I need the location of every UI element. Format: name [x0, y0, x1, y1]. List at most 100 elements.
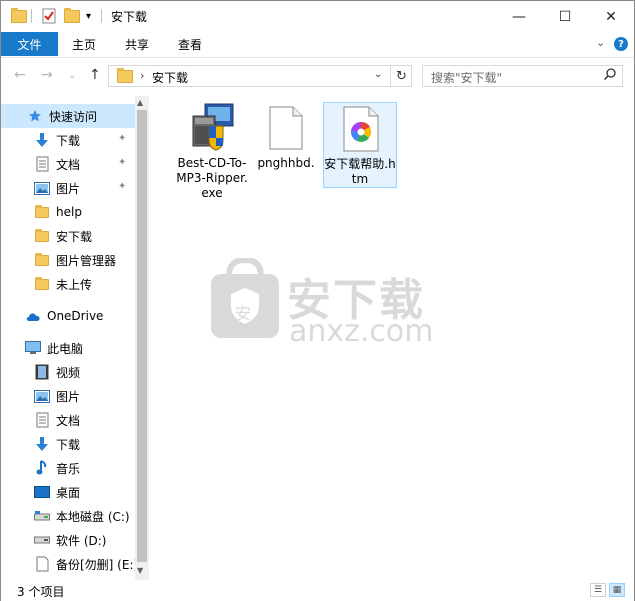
file-list: Best-CD-To-MP3-Ripper.exe pnghhbd. 安下载帮助…	[149, 96, 634, 580]
pin-icon[interactable]: ✦	[118, 133, 126, 144]
sidebar-item-drive-d[interactable]: 软件 (D:)	[1, 528, 135, 552]
scrollbar-thumb[interactable]	[137, 110, 147, 562]
file-name: pnghhbd.	[257, 156, 315, 170]
sidebar-item-documents-pc[interactable]: 文档	[1, 408, 135, 432]
back-button[interactable]: ←	[14, 67, 26, 83]
ribbon-expand-icon[interactable]: ⌄	[596, 36, 605, 49]
folder-icon	[34, 228, 50, 244]
sidebar-item-drive-c[interactable]: 本地磁盘 (C:)	[1, 504, 135, 528]
sidebar-item-music[interactable]: 音乐	[1, 456, 135, 480]
pin-icon[interactable]: ✦	[118, 157, 126, 168]
minimize-button[interactable]: —	[496, 1, 542, 32]
installer-icon	[192, 103, 234, 151]
shopping-bag-icon	[211, 256, 279, 338]
title-separator	[101, 9, 102, 23]
drive-icon	[34, 508, 50, 524]
file-item[interactable]: Best-CD-To-MP3-Ripper.exe	[175, 102, 249, 200]
sidebar-item-not-uploaded[interactable]: 未上传	[1, 272, 135, 296]
html-file-icon	[343, 106, 379, 152]
sidebar-item-image-manager[interactable]: 图片管理器	[1, 248, 135, 272]
watermark-badge: 安	[235, 304, 252, 323]
item-count: 3 个项目	[17, 585, 65, 599]
window-folder-icon	[11, 7, 27, 25]
drive-icon	[34, 532, 50, 548]
cloud-icon	[25, 308, 41, 324]
recent-locations-button[interactable]: ⌄	[68, 70, 76, 81]
sidebar-item-label: 图片	[56, 389, 81, 404]
download-icon	[34, 132, 50, 148]
sidebar-item-downloads-pc[interactable]: 下载	[1, 432, 135, 456]
address-bar[interactable]: › 安下载 ⌄ ↻	[108, 65, 412, 87]
sidebar-item-help[interactable]: help	[1, 200, 135, 224]
file-name: Best-CD-To-MP3-Ripper.exe	[176, 156, 248, 200]
search-icon[interactable]	[603, 67, 617, 85]
folder-icon	[34, 204, 50, 220]
folder-icon	[34, 276, 50, 292]
sidebar-item-label: 安下载	[56, 229, 93, 244]
file-item[interactable]: 安下载帮助.htm	[323, 102, 397, 188]
status-bar: 3 个项目 ☰ ▦	[1, 580, 634, 601]
help-icon[interactable]: ?	[614, 37, 628, 51]
tab-home[interactable]: 主页	[72, 32, 96, 56]
tab-file[interactable]: 文件	[1, 32, 58, 56]
properties-icon[interactable]	[41, 7, 57, 25]
video-icon	[34, 364, 50, 380]
sidebar-item-pictures[interactable]: 图片 ✦	[1, 176, 135, 200]
breadcrumb-current[interactable]: 安下载	[152, 69, 188, 86]
breadcrumb-chevron-icon[interactable]: ›	[140, 69, 144, 82]
details-view-icon[interactable]: ☰	[590, 583, 606, 597]
title-bar: ▾ 安下载 — ☐ ✕	[1, 1, 634, 32]
ribbon-tabs: 文件 主页 共享 查看 ⌄ ?	[1, 32, 634, 56]
sidebar-item-videos[interactable]: 视频	[1, 360, 135, 384]
maximize-button[interactable]: ☐	[542, 1, 588, 32]
search-placeholder: 搜索"安下载"	[431, 71, 503, 85]
picture-icon	[34, 180, 50, 196]
sidebar-item-documents[interactable]: 文档 ✦	[1, 152, 135, 176]
sidebar-item-label: 音乐	[56, 461, 81, 476]
window-title: 安下载	[111, 10, 148, 24]
customize-qa-icon[interactable]: ▾	[86, 7, 91, 25]
scroll-down-icon[interactable]: ▼	[137, 566, 143, 575]
sidebar-item-label: 桌面	[56, 485, 81, 500]
up-button[interactable]: ↑	[89, 67, 101, 83]
music-icon	[34, 460, 50, 476]
sidebar-item-label: help	[56, 205, 82, 219]
large-icons-view-icon[interactable]: ▦	[609, 583, 625, 597]
blank-file-icon	[269, 106, 303, 150]
sidebar-item-this-pc[interactable]: 此电脑	[1, 336, 135, 360]
computer-icon	[25, 340, 41, 356]
pin-icon[interactable]: ✦	[118, 181, 126, 192]
sidebar-item-label: OneDrive	[47, 309, 104, 323]
explorer-window: ▾ 安下载 — ☐ ✕ 文件 主页 共享 查看 ⌄ ? ← → ⌄ ↑ › 安下…	[0, 0, 635, 601]
tab-view[interactable]: 查看	[178, 32, 202, 56]
sidebar-item-downloads[interactable]: 下载 ✦	[1, 128, 135, 152]
sidebar-item-onedrive[interactable]: OneDrive	[1, 304, 135, 328]
sidebar-item-desktop[interactable]: 桌面	[1, 480, 135, 504]
sidebar-item-label: 图片管理器	[56, 253, 117, 268]
sidebar-item-quick-access[interactable]: 快速访问	[1, 104, 135, 128]
new-folder-icon[interactable]	[64, 7, 80, 25]
address-folder-icon	[117, 68, 133, 83]
sidebar-item-anxiazai[interactable]: 安下载	[1, 224, 135, 248]
refresh-button[interactable]: ↻	[390, 66, 412, 86]
address-dropdown-icon[interactable]: ⌄	[374, 69, 382, 80]
sidebar-item-drive-e[interactable]: 备份[勿删] (E:)	[1, 552, 139, 576]
qa-separator	[31, 9, 32, 23]
address-row: ← → ⌄ ↑ › 安下载 ⌄ ↻ 搜索"安下载"	[1, 57, 634, 95]
sidebar-item-label: 备份[勿删] (E:)	[56, 557, 139, 572]
tab-share[interactable]: 共享	[125, 32, 149, 56]
sidebar-item-label: 软件 (D:)	[56, 533, 107, 548]
scroll-up-icon[interactable]: ▲	[137, 98, 143, 107]
search-input[interactable]: 搜索"安下载"	[422, 65, 623, 87]
watermark-text-en: anxz.com	[289, 314, 434, 349]
navigation-pane: 快速访问 下载 ✦ 文档 ✦ 图片 ✦ help 安下载 图片管理器 未上传 O…	[1, 96, 149, 580]
drive-icon	[34, 556, 50, 572]
sidebar-item-label: 本地磁盘 (C:)	[56, 509, 130, 524]
forward-button[interactable]: →	[41, 67, 53, 83]
sidebar-scrollbar[interactable]: ▲ ▼	[135, 96, 149, 580]
sidebar-item-pictures-pc[interactable]: 图片	[1, 384, 135, 408]
file-item[interactable]: pnghhbd.	[249, 102, 323, 188]
desktop-icon	[34, 484, 50, 500]
sidebar-item-label: 未上传	[56, 277, 93, 292]
close-button[interactable]: ✕	[588, 1, 634, 32]
